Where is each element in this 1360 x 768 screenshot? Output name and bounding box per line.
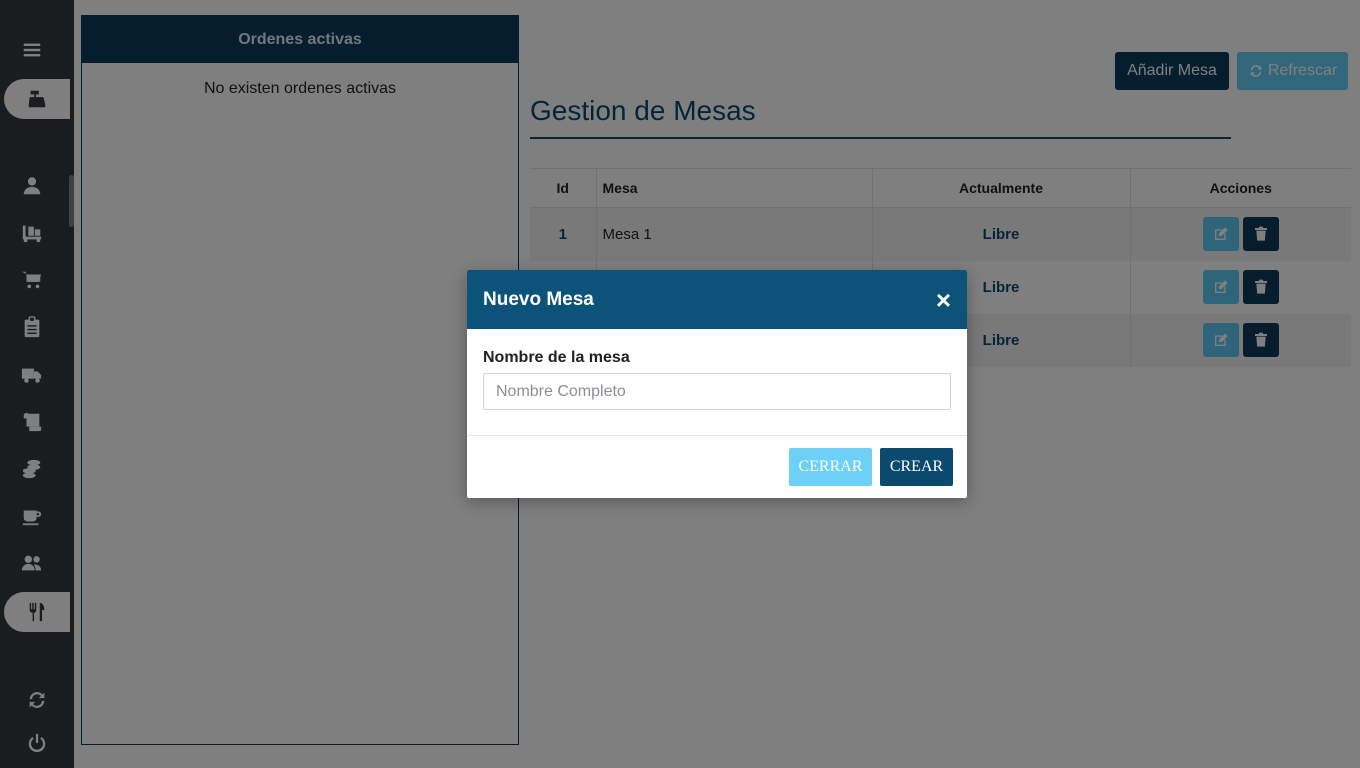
create-button[interactable]: CREAR [880,448,953,486]
new-table-modal: Nuevo Mesa × Nombre de la mesa CERRAR CR… [467,270,967,498]
modal-header: Nuevo Mesa × [467,270,967,329]
close-icon[interactable]: × [936,287,951,313]
modal-footer: CERRAR CREAR [467,436,967,498]
modal-body: Nombre de la mesa [467,329,967,436]
modal-title: Nuevo Mesa [483,288,594,310]
table-name-label: Nombre de la mesa [483,349,630,366]
close-button[interactable]: CERRAR [789,448,872,486]
table-name-input[interactable] [483,373,951,410]
